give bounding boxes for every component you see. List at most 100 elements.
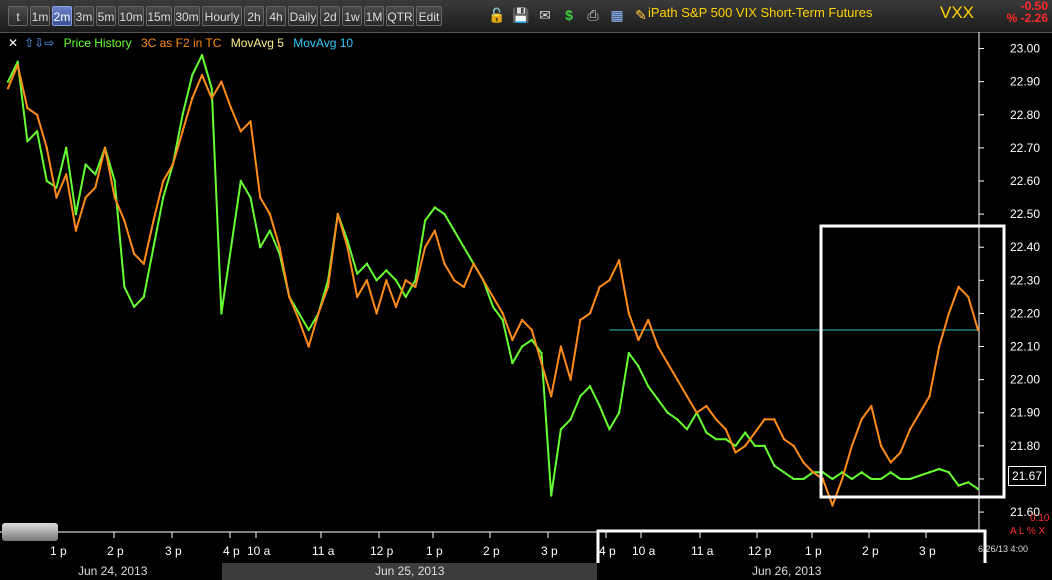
indicator-point: [511, 338, 514, 342]
date-axis-highlight: Jun 25, 2013: [222, 563, 597, 580]
interval-button-10m[interactable]: 10m: [118, 6, 144, 26]
price-point: [191, 73, 194, 77]
x-tick-label: 11 a: [312, 544, 335, 558]
price-point: [268, 229, 272, 232]
y-tick-label: 21.80: [1010, 439, 1040, 453]
legend-price-history[interactable]: Price History: [64, 36, 132, 50]
indicator-point: [453, 279, 456, 282]
price-point: [627, 351, 630, 355]
price-point: [947, 471, 951, 474]
indicator-point: [802, 461, 805, 464]
interval-button-hourly[interactable]: Hourly: [202, 6, 242, 26]
indicator-point: [462, 285, 466, 289]
indicator-point: [588, 312, 592, 315]
indicator-point: [346, 246, 349, 249]
indicator-point: [385, 279, 388, 282]
price-point: [676, 418, 679, 421]
lock-icon[interactable]: 🔓: [488, 6, 506, 24]
y-tick-label: 22.30: [1010, 273, 1040, 287]
price-point: [550, 494, 553, 497]
price-point: [229, 246, 233, 249]
interval-button-30m[interactable]: 30m: [174, 6, 200, 26]
indicator-point: [947, 312, 951, 315]
indicator-point: [860, 418, 863, 421]
indicator-point: [433, 229, 436, 232]
price-point: [569, 418, 572, 421]
indicator-point: [356, 295, 359, 299]
indicator-point: [414, 285, 417, 289]
interval-button-edit[interactable]: Edit: [416, 6, 442, 26]
chart-scrollbar-thumb[interactable]: [2, 523, 58, 541]
indicator-point: [753, 431, 757, 434]
price-point: [870, 477, 873, 481]
indicator-point: [734, 451, 737, 454]
indicator-point: [957, 285, 960, 289]
indicator-point: [200, 73, 204, 77]
interval-button-5m[interactable]: 5m: [96, 6, 116, 26]
calendar-icon[interactable]: ▦: [608, 6, 626, 24]
indicator-point: [103, 146, 107, 150]
indicator-point: [908, 428, 912, 431]
interval-button-1w[interactable]: 1w: [342, 6, 362, 26]
price-point: [453, 229, 456, 232]
interval-button-qtr[interactable]: QTR: [386, 6, 414, 26]
indicator-point: [627, 312, 630, 315]
indicator-point: [967, 295, 970, 299]
mail-icon[interactable]: ✉: [536, 6, 554, 24]
y-tick-label: 22.50: [1010, 207, 1040, 221]
indicator-point: [6, 87, 10, 90]
price-point: [918, 474, 921, 477]
indicator-point: [16, 63, 19, 67]
interval-button-3m[interactable]: 3m: [74, 6, 94, 26]
indicator-point: [569, 378, 572, 381]
indicator-point: [326, 285, 330, 289]
date-label-jun24: Jun 24, 2013: [78, 564, 148, 578]
x-tick-label: 4 p: [599, 544, 616, 558]
interval-button-15m[interactable]: 15m: [146, 6, 172, 26]
price-chart[interactable]: 23.00 22.90 22.80 22.70 22.60 22.50 22.40 22.30…: [0, 32, 1052, 563]
print-icon[interactable]: ⎙: [584, 6, 602, 24]
indicator-point: [918, 411, 921, 414]
indicator-point: [656, 345, 660, 348]
indicator-point: [210, 97, 213, 100]
x-tick-label: 4 p: [223, 544, 240, 558]
indicator-point: [617, 259, 621, 262]
indicator-point: [879, 444, 883, 448]
indicator-point: [220, 80, 223, 83]
indicator-point: [45, 146, 48, 150]
indicator-point: [288, 295, 291, 299]
price-point: [705, 431, 708, 434]
price-point: [26, 140, 29, 143]
price-point: [928, 471, 931, 474]
indicator-point: [84, 196, 87, 199]
save-icon[interactable]: 💾: [512, 6, 530, 24]
indicator-point: [559, 345, 563, 348]
indicator-point: [171, 163, 175, 166]
interval-button-t[interactable]: t: [8, 6, 28, 26]
interval-button-1m[interactable]: 1M: [364, 6, 384, 26]
x-tick-label: 2 p: [862, 544, 879, 558]
interval-button-daily[interactable]: Daily: [288, 6, 318, 26]
interval-button-2d[interactable]: 2d: [320, 6, 340, 26]
interval-button-2m[interactable]: 2m: [52, 6, 72, 26]
close-icon[interactable]: ✕: [8, 36, 18, 50]
arrows-icon[interactable]: ⇧⇩⇨: [24, 36, 54, 50]
indicator-point: [482, 279, 485, 282]
alx-label: A L % X: [1010, 526, 1046, 537]
price-point: [394, 279, 398, 282]
price-point: [249, 196, 252, 199]
dollar-icon[interactable]: $: [560, 6, 578, 24]
price-point: [899, 477, 902, 481]
legend-3c[interactable]: 3C as F2 in TC: [141, 36, 221, 50]
interval-button-4h[interactable]: 4h: [266, 6, 286, 26]
legend-movavg-10[interactable]: MovAvg 10: [293, 36, 353, 50]
indicator-point: [811, 471, 815, 474]
interval-button-1m[interactable]: 1m: [30, 6, 50, 26]
y-tick-label: 21.90: [1010, 406, 1040, 420]
interval-button-2h[interactable]: 2h: [244, 6, 264, 26]
legend-movavg-5[interactable]: MovAvg 5: [231, 36, 284, 50]
indicator-point: [899, 451, 902, 454]
indicator-point: [666, 361, 669, 365]
price-point: [559, 428, 563, 431]
x-tick-label: 10 a: [247, 544, 271, 558]
